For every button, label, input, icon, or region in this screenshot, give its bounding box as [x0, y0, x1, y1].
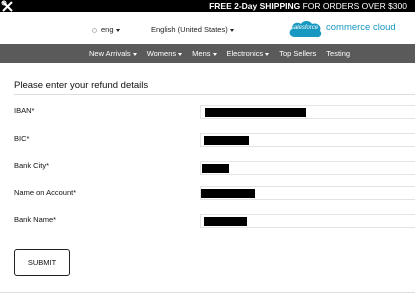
locale-selector[interactable]: English (United States) — [151, 24, 234, 36]
promo-rest-text: FOR ORDERS OVER $300 — [300, 1, 407, 11]
iban-label: IBAN* — [14, 106, 35, 115]
promo-bar: FREE 2-Day SHIPPING FOR ORDERS OVER $300 — [0, 0, 415, 12]
nav-item-label: Mens — [192, 49, 211, 58]
bic-field[interactable] — [200, 133, 415, 147]
tools-icon[interactable] — [1, 0, 17, 12]
nav-item-top-sellers[interactable]: Top Sellers — [279, 49, 316, 58]
nav-item-label: Testing — [326, 49, 351, 58]
footer-divider — [0, 292, 415, 293]
locale-value: English (United States) — [151, 25, 228, 34]
language-selector[interactable]: eng — [92, 24, 120, 36]
iban-field[interactable] — [200, 105, 415, 119]
language-value: eng — [101, 25, 114, 34]
nav-item-womens[interactable]: Womens — [146, 49, 183, 58]
redacted-value — [202, 164, 229, 173]
nav-item-label: Electronics — [226, 49, 264, 58]
redacted-value — [205, 108, 306, 117]
chevron-down-icon — [132, 52, 137, 56]
chevron-down-icon — [212, 52, 217, 56]
nav-items: New Arrivals Womens Mens Electronics Top… — [89, 44, 360, 63]
submit-button[interactable]: SUBMIT — [14, 249, 70, 276]
chevron-down-icon — [115, 28, 120, 32]
redacted-value — [201, 189, 255, 198]
chevron-down-icon — [229, 28, 234, 32]
site-header: eng English (United States) salesforce c… — [0, 12, 415, 44]
promo-message: FREE 2-Day SHIPPING FOR ORDERS OVER $300 — [209, 0, 407, 12]
page-title: Please enter your refund details — [14, 80, 149, 91]
redacted-value — [204, 136, 249, 145]
logo-cloud-text: salesforce — [290, 25, 319, 31]
name-on-account-label: Name on Account* — [14, 188, 77, 197]
nav-item-label: Top Sellers — [279, 49, 317, 58]
redacted-value — [204, 217, 247, 226]
bank-city-field[interactable] — [200, 161, 415, 175]
nav-item-testing[interactable]: Testing — [326, 49, 350, 58]
nav-item-new-arrivals[interactable]: New Arrivals — [89, 49, 137, 58]
name-on-account-field[interactable] — [200, 186, 415, 200]
chevron-down-icon — [265, 52, 270, 56]
main-navigation: New Arrivals Womens Mens Electronics Top… — [0, 44, 415, 63]
site-logo[interactable]: salesforce commerce cloud — [286, 17, 411, 41]
nav-item-mens[interactable]: Mens — [192, 49, 217, 58]
nav-item-electronics[interactable]: Electronics — [227, 49, 270, 58]
bank-city-label: Bank City* — [14, 161, 50, 170]
bic-label: BIC* — [14, 134, 30, 143]
logo-text: commerce cloud — [326, 22, 396, 33]
nav-item-label: New Arrivals — [89, 49, 131, 58]
divider — [14, 94, 415, 95]
bank-name-label: Bank Name* — [14, 215, 57, 224]
chevron-down-icon — [178, 52, 183, 56]
bank-name-field[interactable] — [200, 214, 415, 228]
language-radio-icon — [92, 27, 97, 33]
promo-bold-text: FREE 2-Day SHIPPING — [209, 1, 301, 11]
nav-item-label: Womens — [146, 49, 177, 58]
